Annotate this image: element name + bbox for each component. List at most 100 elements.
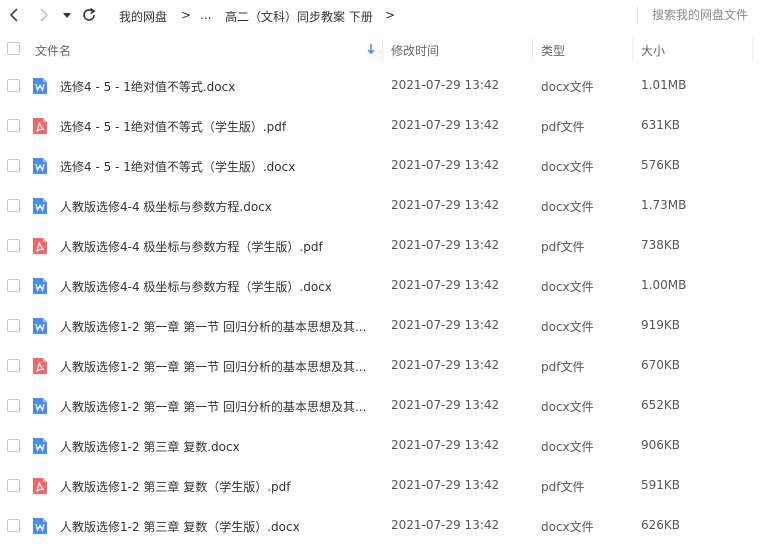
- pdf-icon: [32, 357, 48, 375]
- word-icon: [32, 197, 48, 215]
- file-size: 1.01MB: [641, 78, 687, 92]
- file-name[interactable]: 人教版选修1-2 第三章 复数.docx: [60, 438, 376, 455]
- file-type: pdf文件: [541, 120, 585, 134]
- row-checkbox[interactable]: [7, 279, 20, 292]
- word-icon: [32, 517, 48, 535]
- file-row[interactable]: 人教版选修4-4 极坐标与参数方程（学生版）.docx 2021-07-29 13…: [0, 266, 769, 306]
- file-name[interactable]: 人教版选修1-2 第三章 复数（学生版）.pdf: [60, 478, 376, 495]
- file-size: 652KB: [641, 398, 681, 412]
- file-size: 738KB: [641, 238, 681, 252]
- refresh-icon[interactable]: [80, 6, 98, 24]
- sort-down-arrow-icon[interactable]: [366, 43, 376, 55]
- file-type: docx文件: [541, 80, 594, 94]
- row-checkbox[interactable]: [7, 479, 20, 492]
- column-divider: [382, 37, 383, 61]
- file-name[interactable]: 选修4 - 5 - 1绝对值不等式（学生版）.pdf: [60, 118, 376, 135]
- file-size: 1.73MB: [641, 198, 687, 212]
- search-divider: [637, 6, 638, 25]
- file-row[interactable]: 选修4 - 5 - 1绝对值不等式（学生版）.pdf 2021-07-29 13:…: [0, 106, 769, 146]
- file-type: pdf文件: [541, 240, 585, 254]
- file-type: docx文件: [541, 400, 594, 414]
- file-row[interactable]: 选修4 - 5 - 1绝对值不等式（学生版）.docx 2021-07-29 13…: [0, 146, 769, 186]
- file-row[interactable]: 人教版选修1-2 第三章 复数（学生版）.pdf 2021-07-29 13:42…: [0, 466, 769, 506]
- file-modified: 2021-07-29 13:42: [391, 278, 500, 292]
- row-checkbox[interactable]: [7, 79, 20, 92]
- row-checkbox[interactable]: [7, 359, 20, 372]
- file-size: 670KB: [641, 358, 681, 372]
- file-name[interactable]: 人教版选修1-2 第一章 第一节 回归分析的基本思想及其...: [60, 318, 376, 335]
- file-type: pdf文件: [541, 480, 585, 494]
- toolbar: 我的网盘 > ... 高二（文科）同步教案 下册 >: [0, 0, 769, 31]
- search-input[interactable]: [652, 5, 767, 25]
- row-checkbox[interactable]: [7, 159, 20, 172]
- file-name[interactable]: 人教版选修4-4 极坐标与参数方程（学生版）.pdf: [60, 238, 376, 255]
- file-modified: 2021-07-29 13:42: [391, 118, 500, 132]
- file-row[interactable]: 人教版选修4-4 极坐标与参数方程.docx 2021-07-29 13:42 do…: [0, 186, 769, 226]
- pdf-icon: [32, 477, 48, 495]
- column-divider: [632, 37, 633, 61]
- file-name[interactable]: 人教版选修4-4 极坐标与参数方程（学生版）.docx: [60, 278, 376, 295]
- word-icon: [32, 157, 48, 175]
- file-size: 591KB: [641, 478, 681, 492]
- file-row[interactable]: 人教版选修1-2 第三章 复数.docx 2021-07-29 13:42 docx…: [0, 426, 769, 466]
- pdf-icon: [32, 117, 48, 135]
- file-name[interactable]: 人教版选修4-4 极坐标与参数方程.docx: [60, 198, 376, 215]
- column-divider: [752, 37, 753, 61]
- file-row[interactable]: 人教版选修1-2 第三章 复数（学生版）.docx 2021-07-29 13:4…: [0, 506, 769, 546]
- file-row[interactable]: 人教版选修1-2 第一章 第一节 回归分析的基本思想及其... 2021-07-2…: [0, 386, 769, 426]
- pdf-icon: [32, 237, 48, 255]
- file-modified: 2021-07-29 13:42: [391, 478, 500, 492]
- row-checkbox[interactable]: [7, 519, 20, 532]
- file-size: 576KB: [641, 158, 681, 172]
- file-type: docx文件: [541, 280, 594, 294]
- file-modified: 2021-07-29 13:42: [391, 198, 500, 212]
- file-type: docx文件: [541, 160, 594, 174]
- select-all-checkbox[interactable]: [7, 42, 20, 55]
- file-name[interactable]: 人教版选修1-2 第一章 第一节 回归分析的基本思想及其...: [60, 398, 376, 415]
- row-checkbox[interactable]: [7, 319, 20, 332]
- file-row[interactable]: 人教版选修1-2 第一章 第一节 回归分析的基本思想及其... 2021-07-2…: [0, 346, 769, 386]
- file-list: 选修4 - 5 - 1绝对值不等式.docx 2021-07-29 13:42 do…: [0, 66, 769, 546]
- file-name[interactable]: 选修4 - 5 - 1绝对值不等式（学生版）.docx: [60, 158, 376, 175]
- file-type: docx文件: [541, 440, 594, 454]
- row-checkbox[interactable]: [7, 199, 20, 212]
- history-dropdown-icon[interactable]: [60, 6, 74, 24]
- file-size: 1.00MB: [641, 278, 687, 292]
- column-divider: [532, 37, 533, 61]
- forward-arrow-icon[interactable]: [34, 6, 52, 24]
- file-name[interactable]: 选修4 - 5 - 1绝对值不等式.docx: [60, 78, 376, 95]
- breadcrumb-root[interactable]: 我的网盘: [119, 8, 167, 25]
- file-type: docx文件: [541, 200, 594, 214]
- word-icon: [32, 317, 48, 335]
- file-row[interactable]: 选修4 - 5 - 1绝对值不等式.docx 2021-07-29 13:42 do…: [0, 66, 769, 106]
- word-icon: [32, 77, 48, 95]
- file-row[interactable]: 人教版选修4-4 极坐标与参数方程（学生版）.pdf 2021-07-29 13:…: [0, 226, 769, 266]
- breadcrumb-separator: >: [181, 8, 192, 22]
- row-checkbox[interactable]: [7, 399, 20, 412]
- row-checkbox[interactable]: [7, 119, 20, 132]
- file-modified: 2021-07-29 13:42: [391, 158, 500, 172]
- file-size: 919KB: [641, 318, 681, 332]
- file-name[interactable]: 人教版选修1-2 第三章 复数（学生版）.docx: [60, 518, 376, 535]
- file-modified: 2021-07-29 13:42: [391, 398, 500, 412]
- file-size: 631KB: [641, 118, 681, 132]
- column-name[interactable]: 文件名: [35, 42, 71, 59]
- word-icon: [32, 437, 48, 455]
- file-size: 626KB: [641, 518, 681, 532]
- file-modified: 2021-07-29 13:42: [391, 318, 500, 332]
- file-size: 906KB: [641, 438, 681, 452]
- breadcrumb-current[interactable]: 高二（文科）同步教案 下册: [225, 8, 373, 25]
- file-row[interactable]: 人教版选修1-2 第一章 第一节 回归分析的基本思想及其... 2021-07-2…: [0, 306, 769, 346]
- row-checkbox[interactable]: [7, 439, 20, 452]
- file-name[interactable]: 人教版选修1-2 第一章 第一节 回归分析的基本思想及其...: [60, 358, 376, 375]
- row-checkbox[interactable]: [7, 239, 20, 252]
- breadcrumb-ellipsis[interactable]: ...: [200, 8, 211, 22]
- column-type[interactable]: 类型: [541, 42, 565, 59]
- word-icon: [32, 277, 48, 295]
- column-size[interactable]: 大小: [641, 42, 665, 59]
- file-modified: 2021-07-29 13:42: [391, 358, 500, 372]
- word-icon: [32, 397, 48, 415]
- back-arrow-icon[interactable]: [6, 6, 24, 24]
- file-type: pdf文件: [541, 360, 585, 374]
- column-modified[interactable]: 修改时间: [391, 42, 439, 59]
